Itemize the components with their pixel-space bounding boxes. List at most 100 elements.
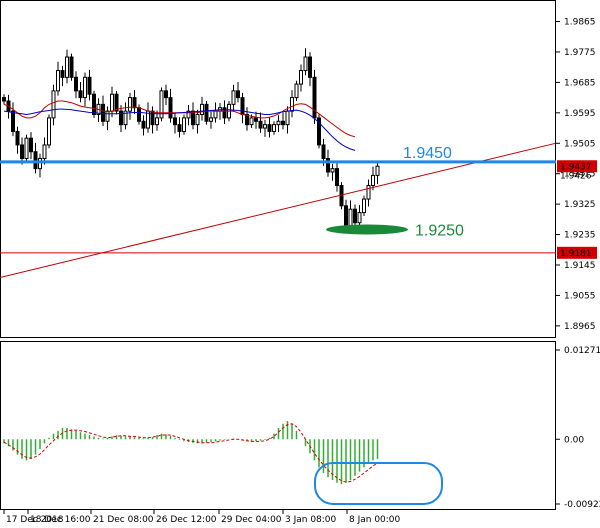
- candle-body: [204, 103, 209, 122]
- time-tick-label: 3 Jan 08:00: [285, 515, 337, 525]
- candle-body: [209, 117, 213, 122]
- candle-body: [2, 97, 6, 102]
- candle-body: [78, 90, 83, 99]
- candle-body: [299, 70, 303, 85]
- support-zone-marker: [326, 224, 408, 235]
- candle-body: [366, 185, 371, 200]
- time-tick-label: 18 Dec 16:00: [30, 515, 91, 525]
- candle-body: [11, 110, 15, 132]
- candle-body: [213, 110, 218, 119]
- candle-body: [42, 144, 47, 159]
- candle-body: [285, 110, 290, 126]
- candle-body: [330, 168, 335, 173]
- candle-body: [231, 90, 236, 105]
- candle-body: [168, 97, 173, 119]
- forex-chart: 1.98651.97751.96851.95951.95051.94151.93…: [0, 0, 600, 525]
- price-tick-label: 1.9595: [564, 109, 596, 119]
- oscillator-y-axis: 0.01271 0.00 -0.00922: [556, 346, 600, 510]
- osc-tick-label: -0.00922: [564, 500, 600, 510]
- support-annotation: 1.9250: [415, 222, 464, 239]
- current-price-text-partial: 1.9426: [560, 171, 592, 181]
- price-tick-label: 1.9325: [564, 200, 596, 210]
- candle-body: [344, 205, 348, 227]
- price-tick-label: 1.9235: [564, 231, 596, 241]
- candle-body: [141, 120, 146, 129]
- candle-body: [200, 103, 204, 116]
- candle-body: [38, 157, 42, 170]
- candle-body: [114, 93, 119, 112]
- price-tick-label: 1.8965: [564, 322, 596, 332]
- resistance-annotation: 1.9450: [403, 145, 452, 162]
- price-plot: 1.91811.94371.9426: [0, 48, 597, 278]
- candle-body: [47, 117, 51, 146]
- candle-body: [60, 70, 65, 78]
- candle-body: [294, 83, 299, 99]
- candle-body: [308, 56, 312, 78]
- osc-tick-label: 0.00: [564, 435, 584, 445]
- candle-body: [177, 124, 182, 132]
- candle-body: [74, 76, 78, 92]
- candle-body: [303, 56, 308, 72]
- candle-body: [69, 56, 74, 78]
- candle-body: [254, 117, 258, 122]
- price-tick-label: 1.9865: [564, 18, 596, 28]
- candle-body: [195, 114, 200, 126]
- price-tick-label: 1.9505: [564, 139, 596, 149]
- price-tick-label: 1.9055: [564, 291, 596, 301]
- candle-body: [24, 137, 29, 159]
- candle-body: [164, 90, 168, 99]
- candle-body: [65, 56, 69, 78]
- support-line-price-text: 1.9181: [560, 249, 592, 259]
- candle-body: [281, 120, 285, 126]
- candle-body: [375, 165, 380, 176]
- candle-body: [101, 103, 105, 122]
- candle-body: [222, 107, 227, 119]
- candle-body: [258, 120, 263, 129]
- candle-body: [173, 117, 177, 126]
- candle-body: [33, 151, 38, 170]
- candle-body: [348, 208, 353, 227]
- price-tick-label: 1.9145: [564, 261, 596, 271]
- candle-body: [15, 130, 20, 146]
- candle-body: [321, 144, 326, 159]
- oscillator-panel-frame: [0, 341, 556, 510]
- candle-body: [132, 97, 137, 109]
- price-panel-frame: [0, 0, 556, 338]
- candle-body: [20, 144, 24, 159]
- candle-body: [83, 76, 87, 99]
- osc-tick-label: 0.01271: [564, 346, 600, 356]
- candle-body: [92, 93, 96, 116]
- candle-body: [51, 90, 56, 119]
- oscillator-plot: [3, 420, 379, 485]
- price-tick-label: 1.9775: [564, 48, 596, 58]
- osc-signal-line: [3, 423, 378, 483]
- candle-body: [276, 120, 281, 126]
- oscillator-highlight: [314, 462, 443, 505]
- candle-body: [245, 114, 249, 126]
- candle-body: [249, 117, 254, 126]
- candle-body: [110, 93, 114, 112]
- candle-body: [371, 174, 375, 187]
- candle-body: [105, 110, 110, 122]
- time-tick-label: 26 Dec 12:00: [156, 515, 217, 525]
- candle-body: [29, 137, 33, 153]
- candle-body: [236, 90, 240, 99]
- time-tick-label: 8 Jan 00:00: [349, 515, 401, 525]
- candle-body: [290, 97, 294, 112]
- candle-body: [267, 124, 272, 132]
- candle-body: [128, 97, 132, 112]
- candle-body: [353, 208, 357, 224]
- candle-body: [155, 117, 159, 126]
- time-x-axis: 17 Dec 201818 Dec 16:00 21 Dec 08:00 26 De…: [3, 510, 401, 525]
- candle-body: [56, 70, 60, 92]
- trendline: [0, 142, 556, 278]
- time-tick-label: 29 Dec 04:00: [221, 515, 282, 525]
- candle-body: [362, 198, 366, 214]
- price-tick-label: 1.9685: [564, 78, 596, 88]
- candle-body: [263, 124, 267, 129]
- candle-body: [272, 124, 276, 132]
- candle-body: [137, 107, 141, 122]
- candle-body: [335, 168, 339, 187]
- candle-body: [87, 76, 92, 95]
- candle-body: [182, 117, 186, 132]
